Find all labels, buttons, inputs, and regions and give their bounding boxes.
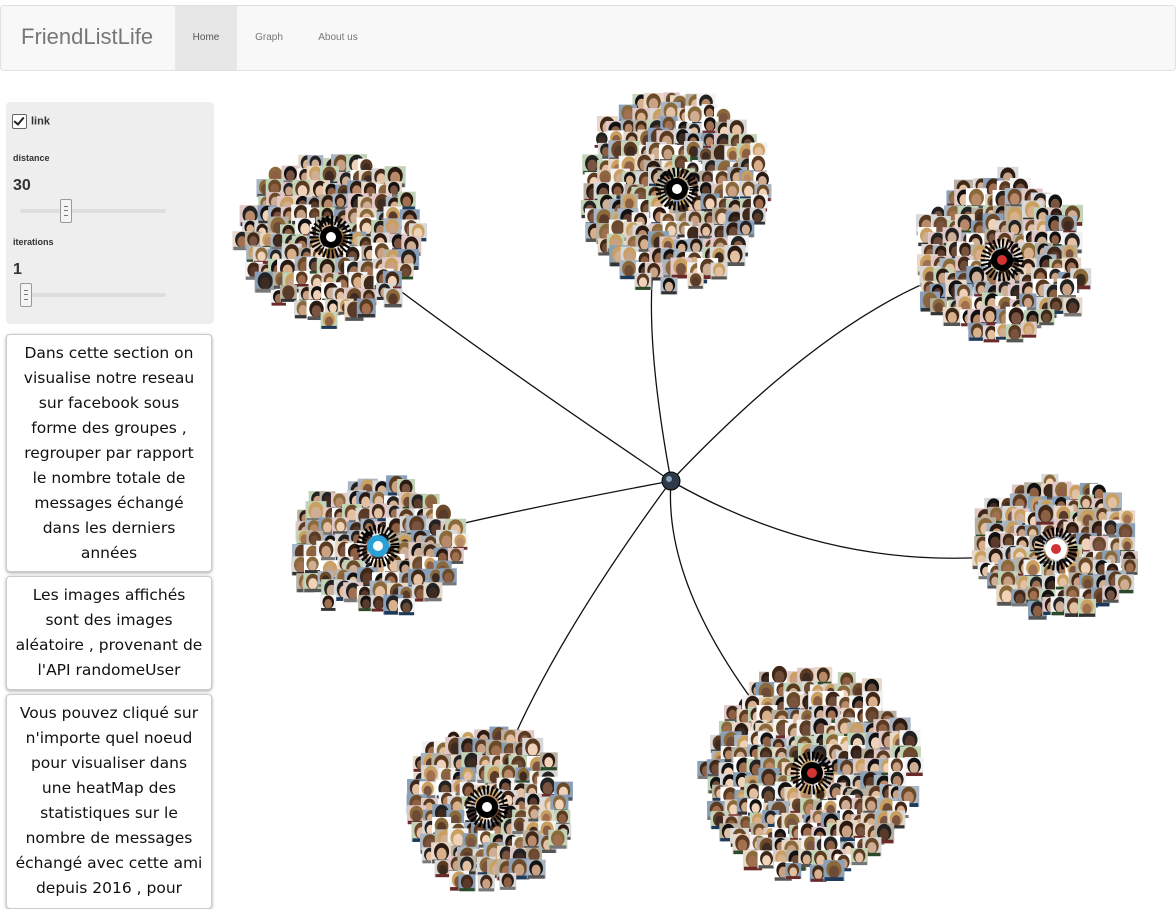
friend-avatar[interactable] (1063, 297, 1083, 317)
link-checkbox-row[interactable]: link (12, 114, 50, 129)
controls-panel: link distance 30 iterations 1 (6, 102, 214, 324)
friend-avatar[interactable] (1035, 504, 1057, 526)
friend-avatar[interactable] (757, 850, 776, 869)
friend-avatar[interactable] (1078, 598, 1097, 617)
friend-avatar[interactable] (785, 863, 802, 880)
friend-avatar[interactable] (1038, 309, 1055, 326)
nav-graph[interactable]: Graph (241, 6, 297, 70)
info-box-section: Dans cette section on visualise notre re… (6, 334, 212, 572)
friend-avatar[interactable] (942, 307, 962, 327)
friend-cluster[interactable] (580, 92, 772, 295)
hub-highlight (666, 476, 672, 482)
friend-avatar[interactable] (477, 874, 495, 892)
graph-clusters[interactable] (232, 92, 1138, 892)
friend-avatar[interactable] (1102, 585, 1120, 603)
friend-avatar[interactable] (356, 298, 376, 318)
friend-avatar[interactable] (687, 272, 704, 289)
friend-avatar[interactable] (850, 848, 868, 866)
friend-avatar[interactable] (1020, 321, 1037, 338)
friend-cluster[interactable] (291, 475, 469, 616)
friend-avatar[interactable] (634, 272, 652, 290)
iterations-label: iterations (13, 237, 54, 247)
friend-avatar[interactable] (293, 270, 310, 287)
distance-label: distance (13, 153, 50, 163)
friend-avatar[interactable] (539, 752, 558, 771)
friend-avatar[interactable] (1119, 537, 1136, 554)
nav-about-us[interactable]: About us (307, 6, 369, 70)
brand-logo[interactable]: FriendListLife (21, 24, 153, 50)
distance-value: 30 (13, 177, 31, 194)
friend-avatar[interactable] (254, 271, 276, 293)
friend-cluster[interactable] (406, 726, 573, 892)
friend-avatar[interactable] (397, 598, 415, 616)
friend-cluster[interactable] (232, 154, 428, 329)
friend-cluster[interactable] (971, 473, 1138, 620)
info-box-heatmap: Vous pouvez cliqué sur n'importe quel no… (6, 694, 212, 909)
friend-avatar[interactable] (698, 222, 715, 239)
friend-avatar[interactable] (526, 859, 546, 879)
link-checkbox[interactable] (12, 114, 27, 129)
info-box-images: Les images affichés sont des images aléa… (6, 576, 212, 690)
friend-avatar[interactable] (332, 517, 350, 535)
friend-avatar[interactable] (737, 220, 755, 238)
navbar: FriendListLife Home Graph About us (0, 5, 1176, 71)
friend-avatar[interactable] (823, 859, 845, 881)
graph-hub-node[interactable] (661, 471, 681, 491)
friend-avatar[interactable] (724, 245, 746, 267)
friend-avatar[interactable] (458, 874, 476, 892)
distance-slider-thumb[interactable] (60, 199, 73, 223)
friend-avatar[interactable] (722, 181, 742, 201)
friend-cluster[interactable] (915, 166, 1092, 343)
friend-avatar[interactable] (904, 757, 924, 777)
friend-avatar[interactable] (332, 193, 349, 210)
friend-avatar[interactable] (320, 311, 338, 329)
friend-avatar[interactable] (1078, 494, 1095, 511)
nav-home[interactable]: Home (175, 6, 237, 70)
friend-avatar[interactable] (710, 262, 728, 280)
link-label: link (31, 115, 50, 128)
friend-avatar[interactable] (320, 594, 337, 611)
friend-avatar[interactable] (304, 556, 322, 574)
friend-cluster[interactable] (697, 665, 924, 882)
iterations-slider[interactable] (20, 283, 166, 307)
friend-avatar[interactable] (660, 277, 678, 295)
iterations-slider-thumb[interactable] (20, 283, 32, 307)
friend-avatar[interactable] (1057, 278, 1078, 299)
friend-network-graph[interactable] (230, 80, 1176, 902)
iterations-value: 1 (13, 261, 22, 278)
friend-avatar[interactable] (423, 582, 443, 602)
friend-avatar[interactable] (1025, 586, 1042, 603)
friend-avatar[interactable] (515, 767, 532, 784)
friend-avatar[interactable] (554, 809, 571, 826)
friend-avatar[interactable] (279, 284, 297, 302)
friend-avatar[interactable] (383, 288, 403, 308)
friend-avatar[interactable] (548, 829, 568, 849)
friend-avatar[interactable] (452, 533, 469, 550)
friend-avatar[interactable] (253, 246, 271, 264)
distance-slider[interactable] (20, 199, 166, 223)
friend-avatar[interactable] (499, 872, 517, 890)
